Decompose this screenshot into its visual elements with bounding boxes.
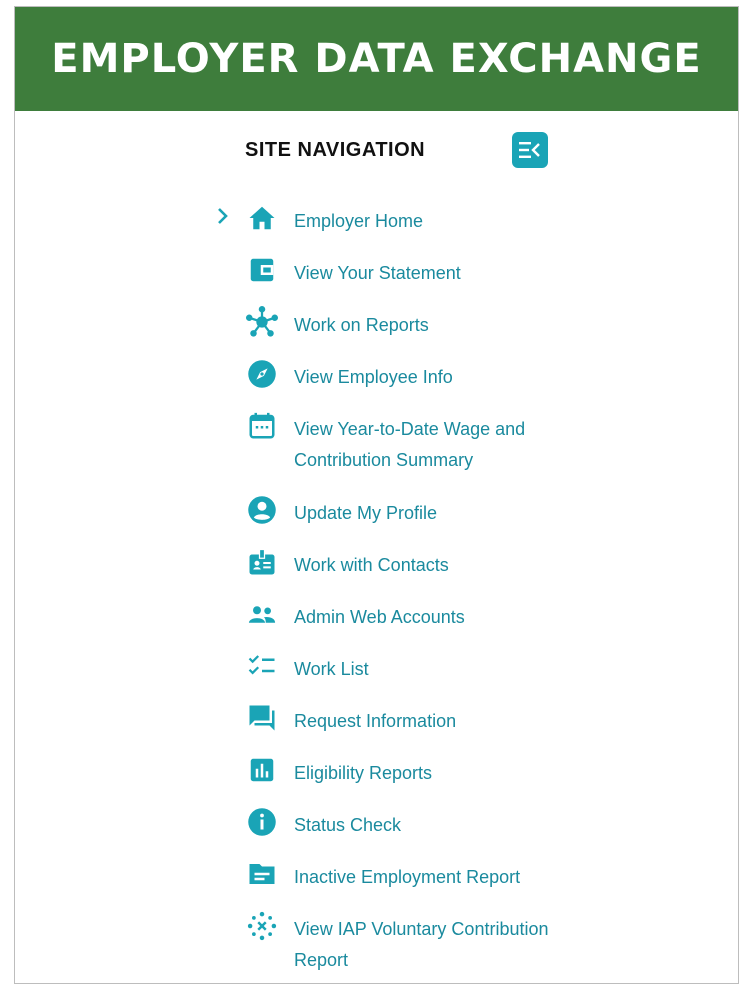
nav-item-status-check[interactable]: Status Check: [215, 805, 655, 839]
nav-item-label: Employer Home: [294, 211, 424, 231]
nav-item-label: View Employee Info: [294, 367, 453, 387]
nav-item-label: Work with Contacts: [294, 555, 449, 575]
home-icon: [245, 201, 279, 235]
nav-item-label: Inactive Employment Report: [294, 867, 521, 887]
chat-icon: [245, 701, 279, 735]
nav-item-label: Status Check: [294, 815, 402, 835]
app-frame: EMPLOYER DATA EXCHANGE SITE NAVIGATION E…: [14, 6, 739, 984]
app-title: EMPLOYER DATA EXCHANGE: [51, 36, 702, 82]
nav-item-eligibility-reports[interactable]: Eligibility Reports: [215, 753, 655, 787]
nav-title: SITE NAVIGATION: [245, 139, 426, 161]
nav-item-label: View Your Statement: [294, 263, 461, 283]
wallet-icon: [245, 253, 279, 287]
bar-chart-icon: [245, 753, 279, 787]
group-icon: [245, 597, 279, 631]
nav-item-admin-web-accounts[interactable]: Admin Web Accounts: [215, 597, 655, 631]
nav-item-work-list[interactable]: Work List: [215, 649, 655, 683]
nav-item-work-with-contacts[interactable]: Work with Contacts: [215, 545, 655, 579]
checklist-icon: [245, 649, 279, 683]
nav-item-update-my-profile[interactable]: Update My Profile: [215, 493, 655, 527]
nav-item-view-your-statement[interactable]: View Your Statement: [215, 253, 655, 287]
info-icon: [245, 805, 279, 839]
header-banner: EMPLOYER DATA EXCHANGE: [15, 7, 738, 111]
nav-item-label: Request Information: [294, 711, 457, 731]
nav-item-iap-voluntary-contribution-report[interactable]: View IAP Voluntary Contribution Report: [215, 909, 655, 973]
account-circle-icon: [245, 493, 279, 527]
sparkle-icon: [245, 909, 279, 943]
chevron-right-icon: [218, 208, 228, 224]
nav-item-label: Update My Profile: [294, 503, 438, 523]
nav-item-inactive-employment-report[interactable]: Inactive Employment Report: [215, 857, 655, 891]
nav-item-view-employee-info[interactable]: View Employee Info: [215, 357, 655, 391]
compass-icon: [245, 357, 279, 391]
badge-icon: [245, 545, 279, 579]
nav-item-label: Work List: [294, 659, 369, 679]
folder-icon: [245, 857, 279, 891]
nav-item-request-information[interactable]: Request Information: [215, 701, 655, 735]
nav-item-label: View IAP Voluntary Contribution Report: [294, 919, 549, 970]
nav-item-label: Eligibility Reports: [294, 763, 433, 783]
collapse-menu-button[interactable]: [512, 132, 548, 168]
calendar-icon: [245, 409, 279, 443]
nav-item-label: View Year-to-Date Wage and Contribution …: [294, 419, 526, 470]
nav-item-ytd-wage-summary[interactable]: View Year-to-Date Wage and Contribution …: [215, 409, 655, 473]
collapse-menu-icon: [519, 142, 540, 158]
nav-item-label: Work on Reports: [294, 315, 429, 335]
nav-item-work-on-reports[interactable]: Work on Reports: [215, 305, 655, 339]
nav-item-label: Admin Web Accounts: [294, 607, 465, 627]
nav-item-employer-home[interactable]: Employer Home: [215, 201, 655, 235]
hub-icon: [245, 305, 279, 339]
